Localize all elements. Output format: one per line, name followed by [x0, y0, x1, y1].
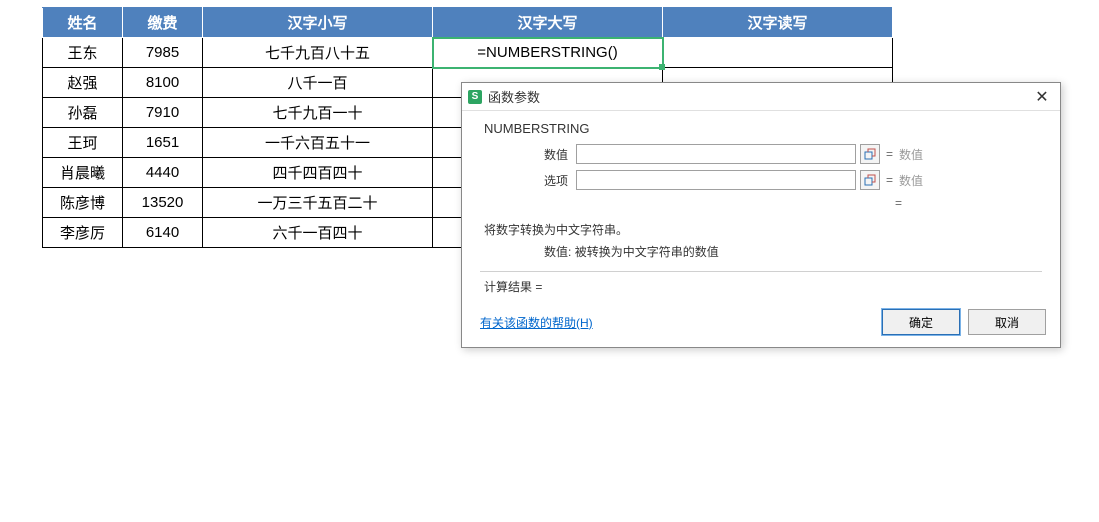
dialog-title-text: 函数参数 — [488, 87, 540, 106]
col-header-fee: 缴费 — [123, 8, 203, 38]
cell-fee[interactable]: 4440 — [123, 158, 203, 188]
help-link[interactable]: 有关该函数的帮助(H) — [480, 314, 593, 331]
cell-lower[interactable]: 一万三千五百二十 — [203, 188, 433, 218]
param-row-value: 数值 = 数值 — [480, 144, 1042, 164]
cell-lower[interactable]: 七千九百八十五 — [203, 38, 433, 68]
range-select-icon[interactable] — [860, 170, 880, 190]
cell-fee[interactable]: 1651 — [123, 128, 203, 158]
cancel-button[interactable]: 取消 — [968, 309, 1046, 335]
param-label-value: 数值 — [520, 146, 568, 163]
table-row: 王东 7985 七千九百八十五 =NUMBERSTRING() — [43, 38, 893, 68]
cell-upper-active[interactable]: =NUMBERSTRING() — [433, 38, 663, 68]
cell-fee[interactable]: 7910 — [123, 98, 203, 128]
param-input-value[interactable] — [576, 144, 856, 164]
ok-button[interactable]: 确定 — [882, 309, 960, 335]
cell-lower[interactable]: 六千一百四十 — [203, 218, 433, 248]
cell-name[interactable]: 孙磊 — [43, 98, 123, 128]
table-header-row: 姓名 缴费 汉字小写 汉字大写 汉字读写 — [43, 8, 893, 38]
dialog-titlebar[interactable]: S 函数参数 ✕ — [462, 83, 1060, 111]
range-select-icon[interactable] — [860, 144, 880, 164]
cell-name[interactable]: 陈彦博 — [43, 188, 123, 218]
formula-text: =NUMBERSTRING() — [477, 44, 617, 61]
cell-fee[interactable]: 6140 — [123, 218, 203, 248]
cell-fee[interactable]: 8100 — [123, 68, 203, 98]
function-name-label: NUMBERSTRING — [480, 121, 1042, 136]
cell-name[interactable]: 肖晨曦 — [43, 158, 123, 188]
equals-sign: = — [886, 147, 893, 161]
cell-lower[interactable]: 四千四百四十 — [203, 158, 433, 188]
cell-lower[interactable]: 八千一百 — [203, 68, 433, 98]
cell-name[interactable]: 李彦厉 — [43, 218, 123, 248]
function-description: 将数字转换为中文字符串。 — [484, 220, 1038, 242]
param-row-option: 选项 = 数值 — [480, 170, 1042, 190]
dialog-separator — [480, 271, 1042, 272]
param-hint-value: 数值 — [899, 146, 923, 163]
cell-name[interactable]: 王珂 — [43, 128, 123, 158]
dialog-footer: 有关该函数的帮助(H) 确定 取消 — [462, 301, 1060, 347]
function-arguments-dialog: S 函数参数 ✕ NUMBERSTRING 数值 = 数值 选项 = 数值 = … — [461, 82, 1061, 348]
dialog-body: NUMBERSTRING 数值 = 数值 选项 = 数值 = 将数字转换为中文字… — [462, 111, 1060, 301]
param-input-option[interactable] — [576, 170, 856, 190]
close-icon[interactable]: ✕ — [1030, 87, 1054, 107]
cell-lower[interactable]: 七千九百一十 — [203, 98, 433, 128]
param-hint-option: 数值 — [899, 172, 923, 189]
col-header-name: 姓名 — [43, 8, 123, 38]
description-block: 将数字转换为中文字符串。 数值: 被转换为中文字符串的数值 — [480, 220, 1042, 263]
param-help-text: 被转换为中文字符串的数值 — [575, 245, 719, 259]
param-help-label: 数值: — [544, 245, 571, 259]
col-header-read: 汉字读写 — [663, 8, 893, 38]
cell-read[interactable] — [663, 38, 893, 68]
param-label-option: 选项 — [520, 172, 568, 189]
cell-lower[interactable]: 一千六百五十一 — [203, 128, 433, 158]
col-header-lower: 汉字小写 — [203, 8, 433, 38]
calc-result-label: 计算结果 = — [480, 278, 1042, 295]
cell-fee[interactable]: 7985 — [123, 38, 203, 68]
result-equals: = — [480, 196, 1042, 210]
cell-fee[interactable]: 13520 — [123, 188, 203, 218]
cell-name[interactable]: 赵强 — [43, 68, 123, 98]
cell-name[interactable]: 王东 — [43, 38, 123, 68]
app-logo-icon: S — [468, 90, 482, 104]
fill-handle[interactable] — [659, 64, 665, 70]
equals-sign: = — [886, 173, 893, 187]
col-header-upper: 汉字大写 — [433, 8, 663, 38]
